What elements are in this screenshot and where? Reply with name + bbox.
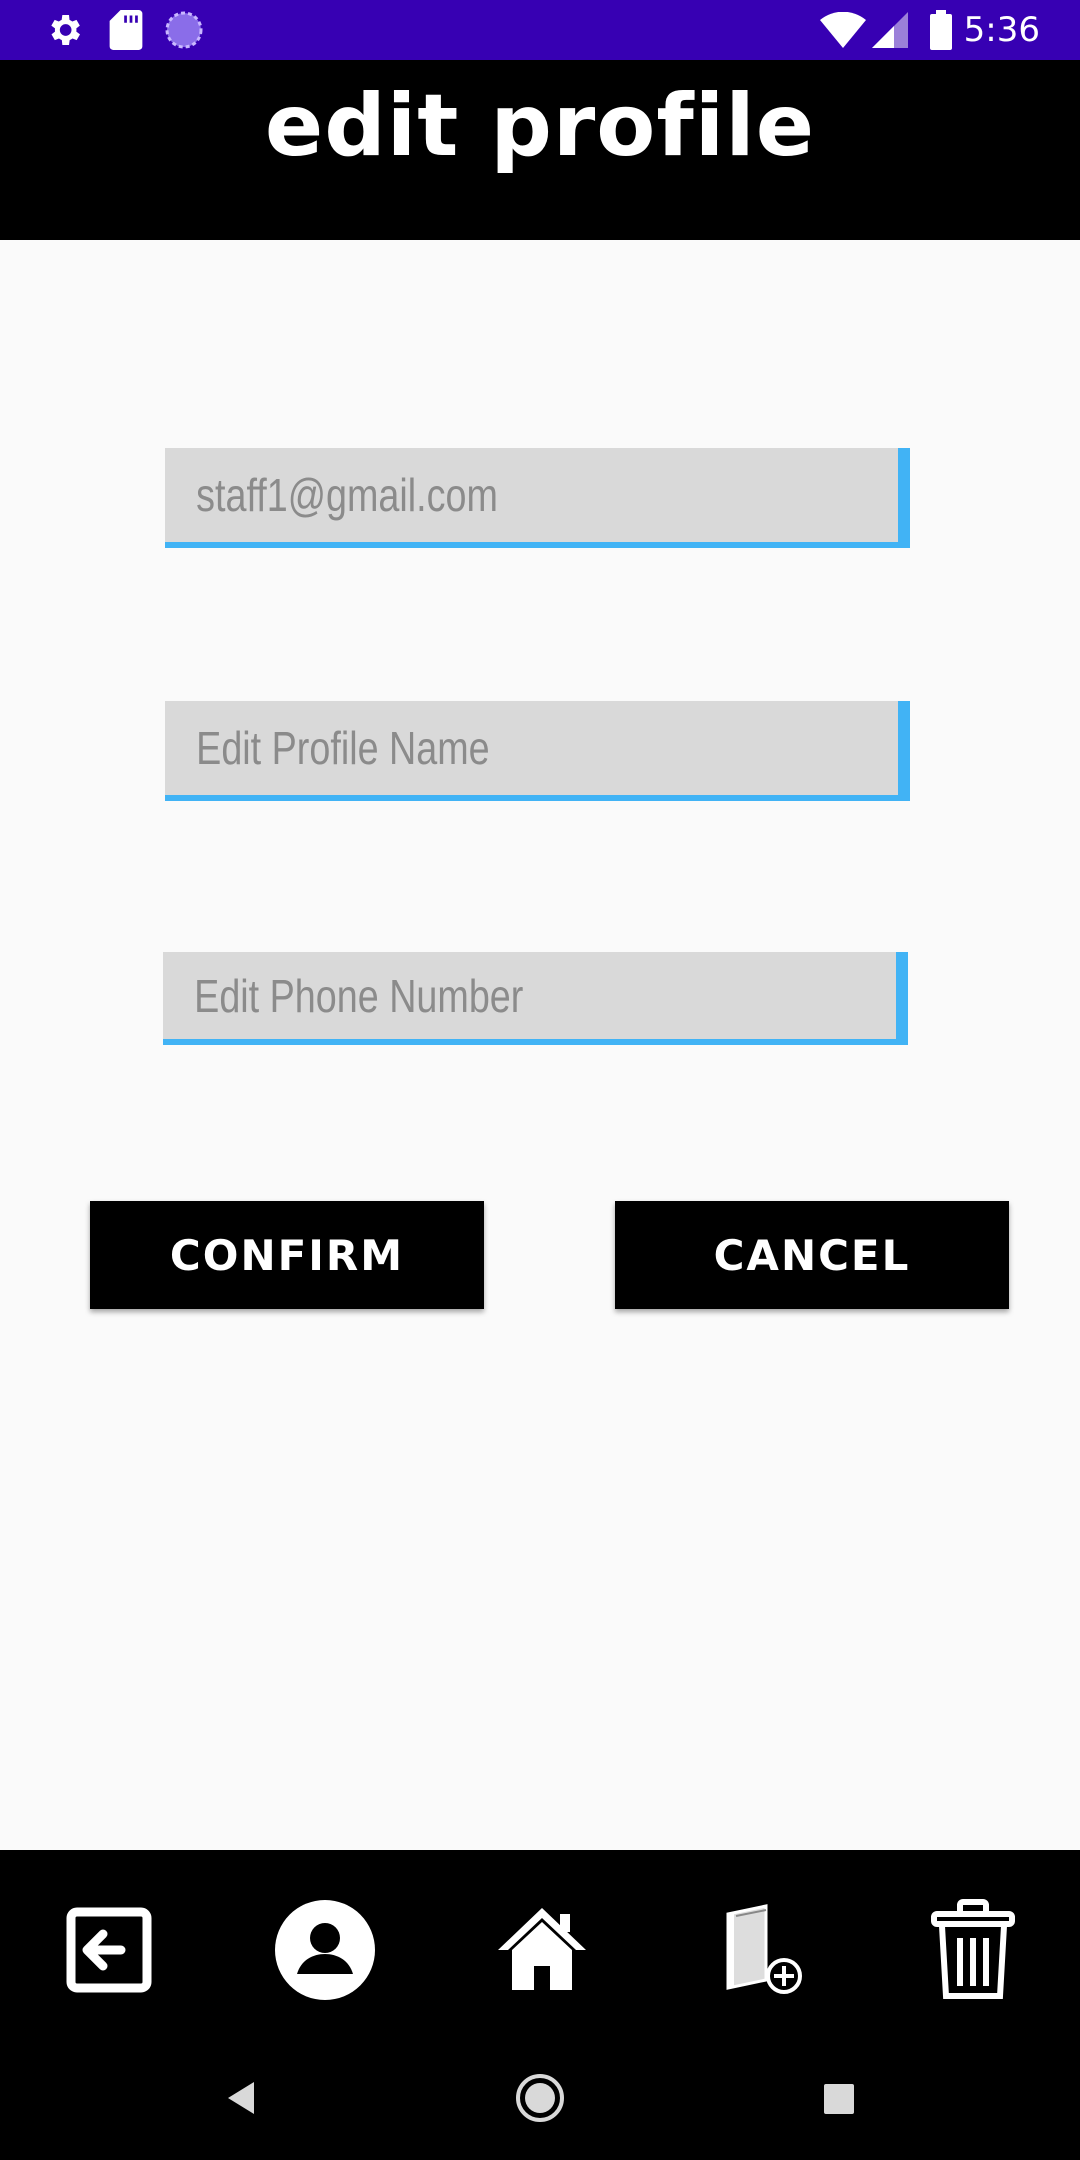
- wifi-icon: [820, 11, 866, 52]
- home-icon[interactable]: [487, 1895, 597, 2005]
- phone-number-field-container: [163, 952, 908, 1045]
- settings-icon: [44, 10, 84, 54]
- page-title: edit profile: [264, 76, 816, 176]
- recents-icon[interactable]: [822, 2082, 856, 2120]
- app-header: edit profile: [0, 60, 1080, 240]
- add-book-icon[interactable]: [703, 1895, 813, 2005]
- back-icon[interactable]: [222, 2076, 258, 2124]
- logout-icon[interactable]: [54, 1895, 164, 2005]
- email-field[interactable]: [165, 448, 767, 542]
- profile-icon[interactable]: [270, 1895, 380, 2005]
- sd-card-icon: [108, 10, 144, 54]
- status-time: 5:36: [963, 10, 1040, 50]
- phone-number-field[interactable]: [163, 952, 765, 1039]
- battery-icon: [930, 10, 952, 54]
- profile-name-field-container: [165, 701, 910, 801]
- signal-icon: [872, 12, 908, 52]
- bottom-navigation: [0, 1850, 1080, 2040]
- cancel-button[interactable]: CANCEL: [615, 1201, 1009, 1309]
- confirm-button[interactable]: CONFIRM: [90, 1201, 484, 1309]
- sync-icon: [164, 10, 204, 54]
- profile-name-field[interactable]: [165, 701, 767, 795]
- email-field-container: [165, 448, 910, 548]
- trash-icon[interactable]: [918, 1895, 1028, 2005]
- status-bar: 5:36: [0, 0, 1080, 60]
- system-navigation: [0, 2040, 1080, 2160]
- home-circle-icon[interactable]: [514, 2072, 566, 2128]
